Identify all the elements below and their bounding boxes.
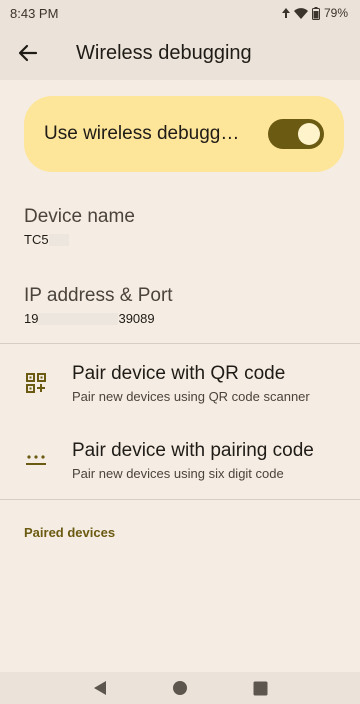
use-wireless-debugging-toggle[interactable]: Use wireless debugg… [24,96,344,172]
nav-back-button[interactable] [85,673,115,703]
password-dots-icon [26,455,46,465]
qr-icon-wrap [0,373,72,393]
status-time: 8:43 PM [10,5,59,21]
redacted-block [48,233,69,246]
toggle-label: Use wireless debugg… [44,123,240,144]
device-name-value: TC5 [24,232,49,247]
redacted-block [38,312,119,325]
recents-square-icon [253,681,267,695]
pair-device-code-row[interactable]: Pair device with pairing code Pair new d… [0,430,360,490]
qr-code-scanner-icon [26,373,46,393]
ip-address-title: IP address & Port [24,285,173,306]
divider [0,499,360,500]
status-icons: 79% [281,6,348,20]
status-bar: 8:43 PM 79% [0,0,360,26]
pair-code-title: Pair device with pairing code [72,439,314,461]
pair-qr-text: Pair device with QR code Pair new device… [72,363,310,404]
battery-percent: 79% [323,6,348,20]
wireless-debugging-switch[interactable] [268,119,324,149]
pair-code-text: Pair device with pairing code Pair new d… [72,440,314,481]
nav-home-button[interactable] [165,673,195,703]
ip-address-value-row: 19 39089 [24,311,173,326]
pair-device-qr-row[interactable]: Pair device with QR code Pair new device… [0,353,360,413]
divider [0,343,360,344]
ip-address-port-item[interactable]: IP address & Port 19 39089 [24,285,173,326]
code-icon-wrap [0,453,72,467]
nav-recents-button[interactable] [245,673,275,703]
device-name-title: Device name [24,206,135,227]
data-saver-icon [281,8,290,18]
wifi-icon [293,7,308,19]
back-triangle-icon [94,681,106,695]
paired-devices-header: Paired devices [24,525,116,540]
ip-port-suffix: 39089 [118,311,155,326]
pair-qr-title: Pair device with QR code [72,362,286,384]
device-name-value-row: TC5 [24,232,135,247]
battery-icon [311,6,320,20]
app-bar: Wireless debugging [0,26,360,80]
device-name-item[interactable]: Device name TC5 [24,206,135,247]
pair-code-subtitle: Pair new devices using six digit code [72,465,284,481]
switch-thumb [298,123,320,145]
back-button[interactable] [4,29,52,77]
pair-qr-subtitle: Pair new devices using QR code scanner [72,388,310,404]
arrow-back-icon [18,44,38,62]
page-title: Wireless debugging [76,41,252,64]
navigation-bar [0,672,360,704]
ip-prefix: 19 [24,311,39,326]
home-circle-icon [173,681,187,695]
